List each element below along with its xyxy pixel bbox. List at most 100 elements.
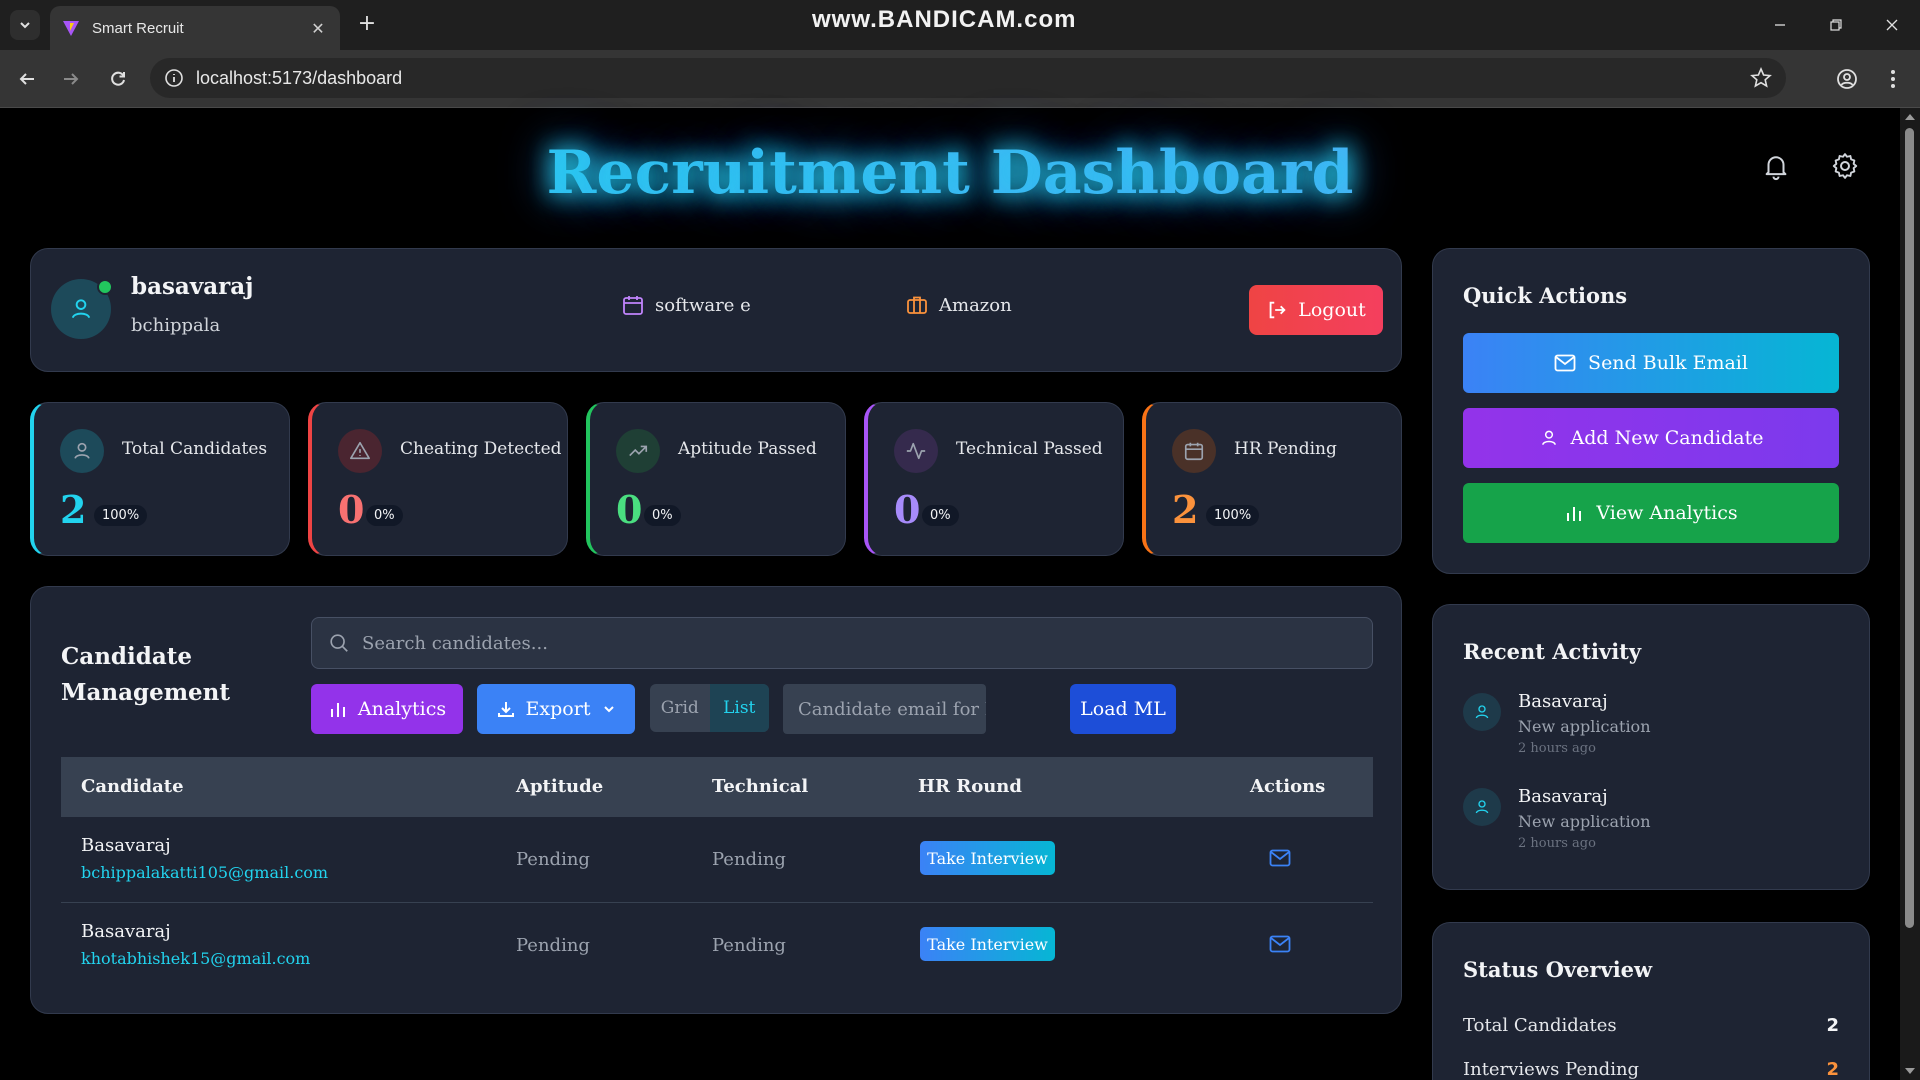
- export-label: Export: [525, 698, 591, 720]
- status-value: 2: [1826, 1059, 1839, 1080]
- status-overview-title: Status Overview: [1463, 957, 1653, 982]
- scrollbar-thumb[interactable]: [1905, 128, 1914, 928]
- search-box[interactable]: [311, 617, 1373, 669]
- view-analytics-button[interactable]: View Analytics: [1463, 483, 1839, 543]
- back-button[interactable]: [12, 64, 42, 94]
- settings-button[interactable]: [1827, 148, 1863, 184]
- activity-text: New application: [1518, 717, 1651, 736]
- user-icon: [1541, 430, 1556, 446]
- user-icon: [74, 442, 90, 459]
- column-header: Actions: [1250, 776, 1326, 797]
- page-title: Recruitment Dashboard: [0, 138, 1900, 208]
- stat-percent-badge: 0%: [922, 505, 959, 526]
- notifications-button[interactable]: [1758, 148, 1794, 184]
- browser-menu-button[interactable]: [1878, 64, 1908, 94]
- close-window-button[interactable]: [1864, 10, 1920, 40]
- recent-activity-title: Recent Activity: [1463, 639, 1642, 664]
- chevron-down-icon: [604, 706, 615, 713]
- column-header: HR Round: [918, 776, 1022, 797]
- activity-text: New application: [1518, 812, 1651, 831]
- stat-label: Total Candidates: [122, 439, 268, 459]
- vite-logo-icon: [63, 21, 79, 36]
- tab-search-button[interactable]: [10, 10, 40, 40]
- profile-name: basavaraj: [131, 273, 254, 300]
- email-candidate-button[interactable]: [1267, 847, 1293, 869]
- candidates-table: Candidate Aptitude Technical HR Round Ac…: [61, 757, 1373, 989]
- tab-close-icon[interactable]: ✕: [308, 19, 328, 38]
- stat-value: 0: [894, 487, 921, 532]
- bookmark-star-icon[interactable]: [1750, 67, 1772, 89]
- minimize-icon: [1775, 24, 1785, 26]
- candidate-email[interactable]: khotabhishek15@gmail.com: [81, 949, 310, 968]
- trending-up-icon: [629, 445, 648, 457]
- tab-title: Smart Recruit: [92, 19, 184, 37]
- site-info-icon[interactable]: [164, 68, 184, 88]
- stat-icon-wrap: [338, 429, 382, 473]
- quick-actions-title: Quick Actions: [1463, 283, 1628, 308]
- email-candidate-button[interactable]: [1267, 933, 1293, 955]
- search-input[interactable]: [362, 632, 1262, 654]
- download-icon: [497, 702, 514, 717]
- quick-actions-card: Quick Actions Send Bulk Email Add New Ca…: [1432, 248, 1870, 574]
- bar-chart-icon: [330, 703, 345, 717]
- profile-company-text: Amazon: [939, 294, 1012, 316]
- browser-tab[interactable]: Smart Recruit ✕: [50, 6, 340, 50]
- arrow-right-icon: [64, 73, 79, 85]
- status-value: 2: [1826, 1015, 1839, 1036]
- logout-label: Logout: [1298, 299, 1366, 321]
- load-ml-button[interactable]: Load ML: [1070, 684, 1176, 734]
- profile-button[interactable]: [1832, 64, 1862, 94]
- stat-percent-badge: 0%: [366, 505, 403, 526]
- close-icon: [1886, 19, 1898, 31]
- user-icon: [71, 299, 91, 319]
- stat-icon-wrap: [60, 429, 104, 473]
- chevron-down-icon: [20, 22, 30, 29]
- stat-percent-badge: 0%: [644, 505, 681, 526]
- scroll-up-icon[interactable]: [1904, 112, 1916, 122]
- take-interview-button[interactable]: Take Interview: [920, 841, 1055, 875]
- table-header: Candidate Aptitude Technical HR Round Ac…: [61, 757, 1373, 817]
- export-button[interactable]: Export: [477, 684, 635, 734]
- analytics-button[interactable]: Analytics: [311, 684, 463, 734]
- calendar-icon: [623, 296, 643, 315]
- scroll-down-icon[interactable]: [1904, 1066, 1916, 1076]
- send-bulk-email-button[interactable]: Send Bulk Email: [1463, 333, 1839, 393]
- profile-username: bchippala: [131, 315, 221, 336]
- ml-email-input[interactable]: [783, 684, 986, 734]
- more-vertical-icon: [1891, 70, 1895, 88]
- briefcase-icon: [907, 296, 927, 314]
- list-view-option[interactable]: List: [709, 684, 769, 732]
- stat-card-hr-pending: HR Pending 2 100%: [1142, 402, 1402, 556]
- gear-icon: [1832, 153, 1858, 179]
- url-text: localhost:5173/dashboard: [196, 67, 403, 88]
- status-label: Interviews Pending: [1463, 1059, 1640, 1080]
- minimize-button[interactable]: [1752, 10, 1808, 40]
- forward-button[interactable]: [56, 64, 86, 94]
- mail-icon: [1269, 849, 1291, 867]
- activity-time: 2 hours ago: [1518, 741, 1596, 756]
- page-scrollbar[interactable]: [1900, 108, 1920, 1080]
- new-tab-button[interactable]: +: [352, 10, 382, 40]
- status-row: Total Candidates 2: [1463, 1015, 1839, 1036]
- take-interview-button[interactable]: Take Interview: [920, 927, 1055, 961]
- stat-card-total-candidates: Total Candidates 2 100%: [30, 402, 290, 556]
- stat-icon-wrap: [616, 429, 660, 473]
- activity-pulse-icon: [906, 442, 926, 460]
- candidate-name: Basavaraj: [81, 835, 171, 856]
- stat-card-aptitude-passed: Aptitude Passed 0 0%: [586, 402, 846, 556]
- profile-company: Amazon: [905, 293, 1012, 317]
- calendar-icon: [1184, 442, 1204, 461]
- technical-status: Pending: [712, 935, 786, 956]
- restore-button[interactable]: [1808, 10, 1864, 40]
- grid-view-option[interactable]: Grid: [650, 684, 710, 732]
- reload-button[interactable]: [103, 64, 133, 94]
- table-row: Basavaraj bchippalakatti105@gmail.com Pe…: [61, 817, 1373, 903]
- logout-button[interactable]: Logout: [1249, 285, 1383, 335]
- account-circle-icon: [1837, 69, 1857, 89]
- send-bulk-email-label: Send Bulk Email: [1588, 352, 1748, 374]
- user-profile-card: basavaraj bchippala software e Amazon Lo…: [30, 248, 1402, 372]
- browser-toolbar: localhost:5173/dashboard: [0, 50, 1920, 108]
- candidate-email[interactable]: bchippalakatti105@gmail.com: [81, 863, 328, 882]
- add-new-candidate-button[interactable]: Add New Candidate: [1463, 408, 1839, 468]
- address-bar[interactable]: localhost:5173/dashboard: [150, 58, 1786, 98]
